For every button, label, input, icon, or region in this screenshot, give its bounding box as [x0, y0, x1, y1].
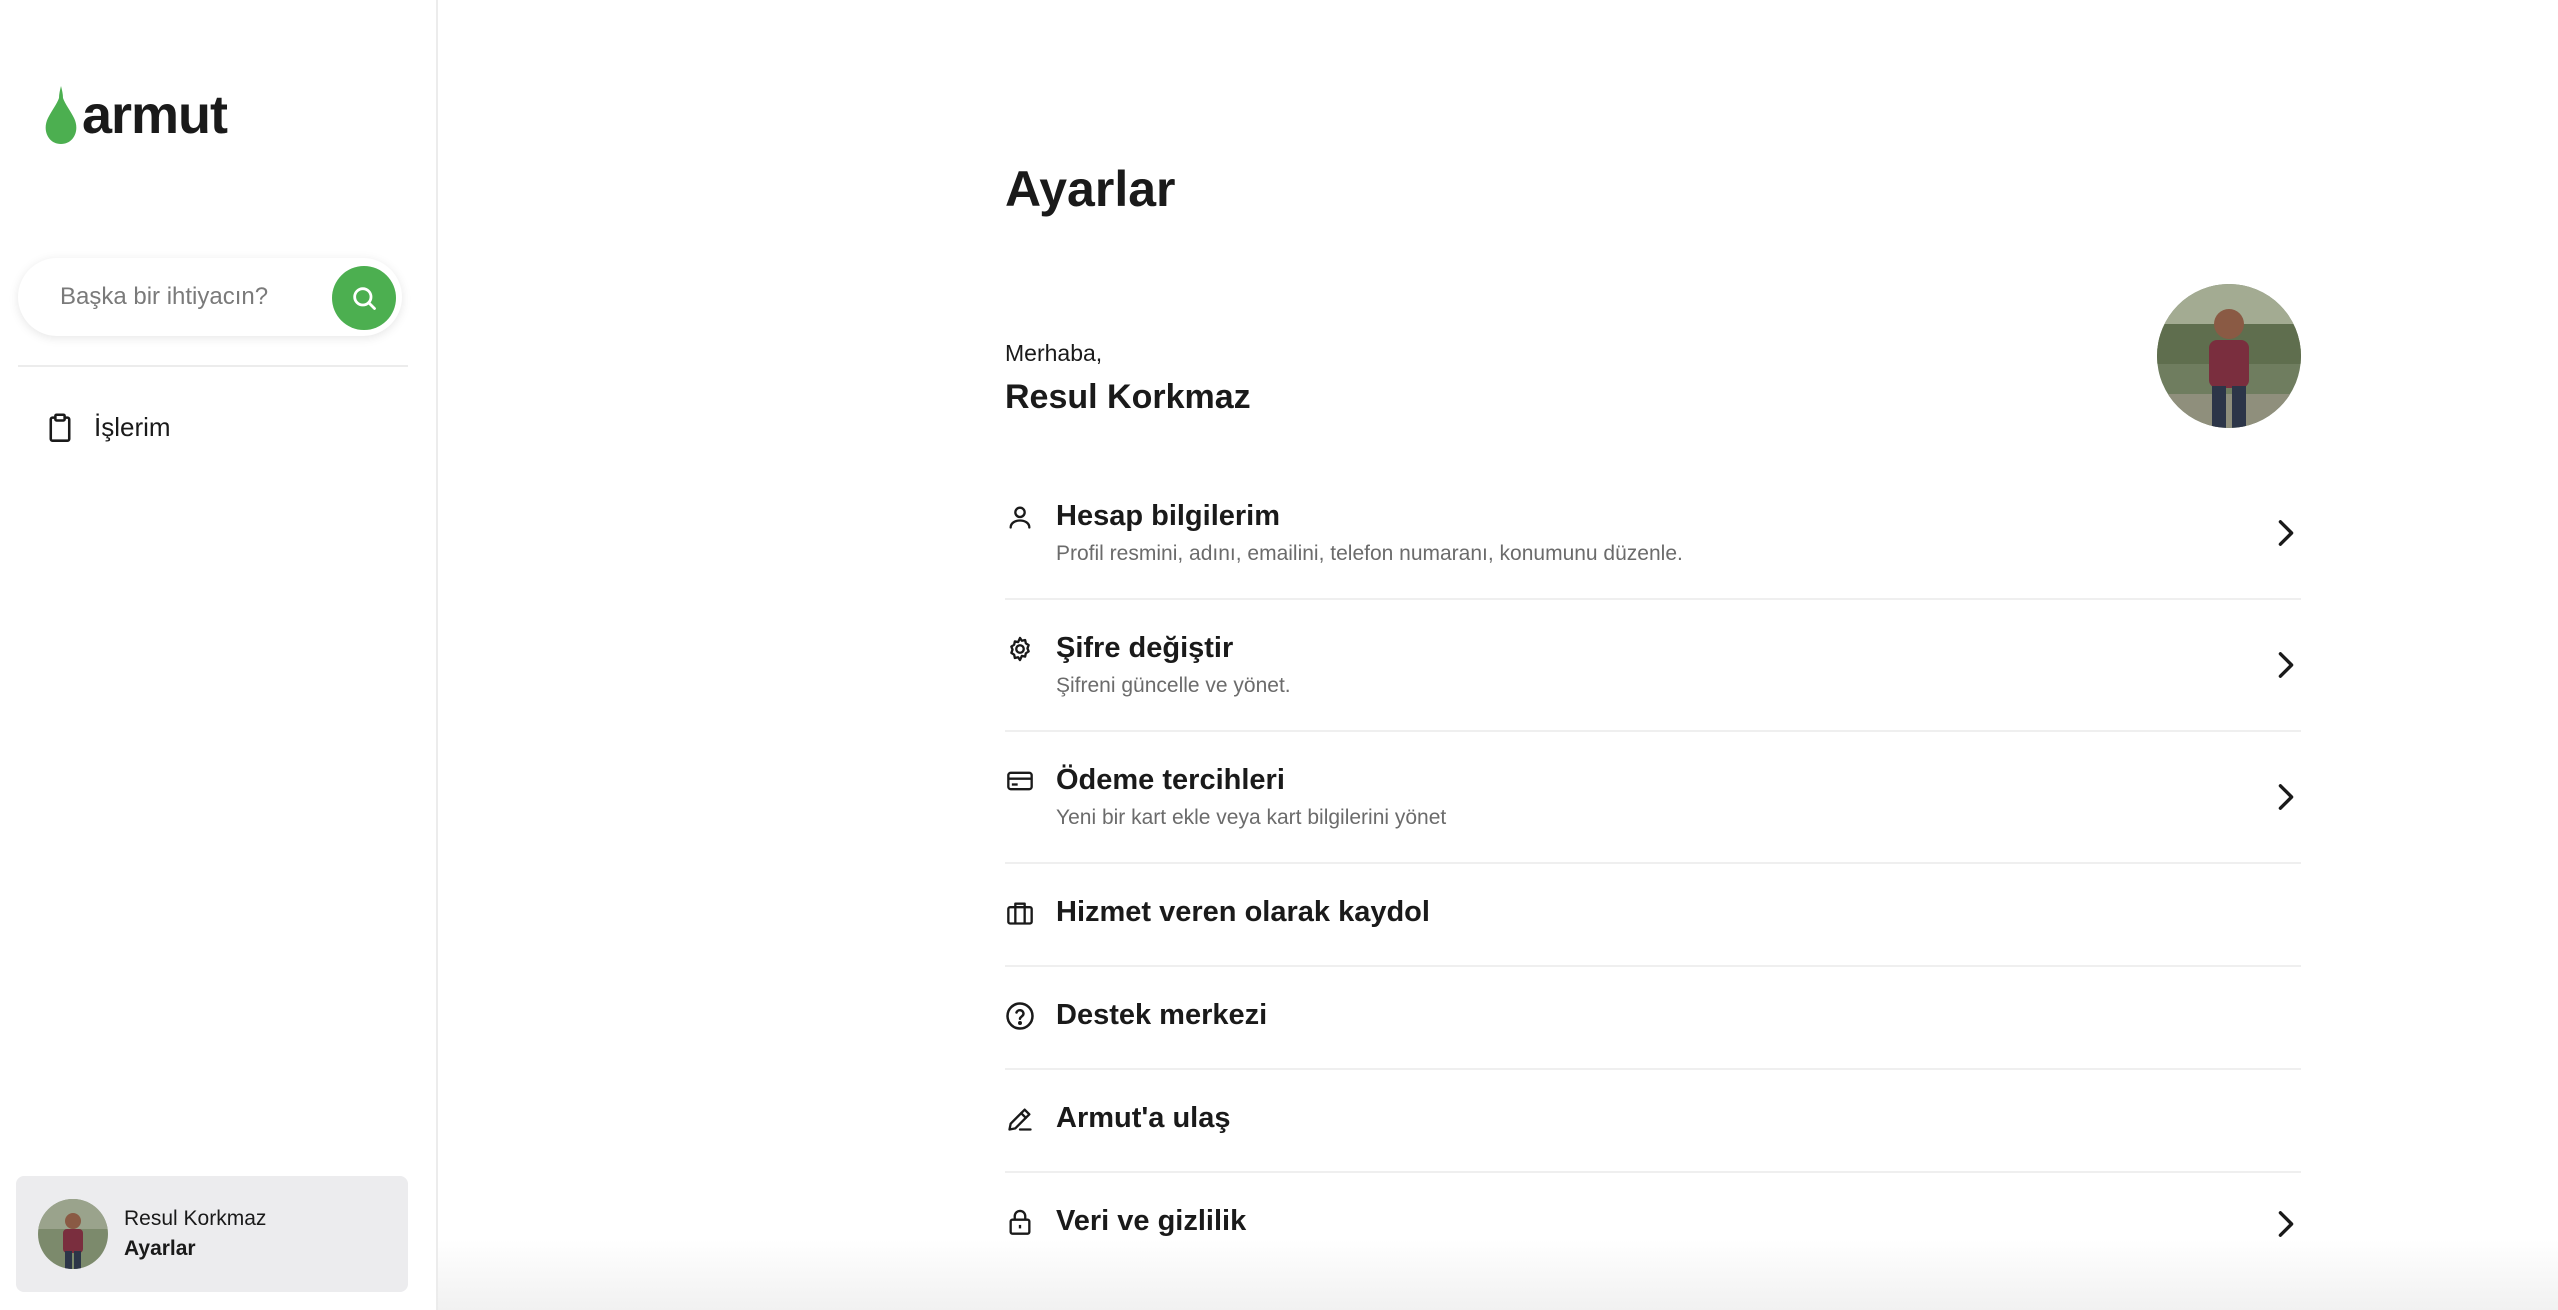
search-icon	[353, 287, 376, 310]
menu-item-title: Armut'a ulaş	[1056, 1102, 1231, 1134]
lock-icon	[1005, 1207, 1035, 1237]
sidebar-item-islerim[interactable]: İşlerim	[46, 412, 171, 443]
credit-card-icon	[1005, 766, 1035, 796]
sidebar-user-card[interactable]: Resul Korkmaz Ayarlar	[16, 1176, 408, 1292]
settings-menu: Hesap bilgilerim Profil resmini, adını, …	[1005, 468, 2301, 1274]
greeting-text: Merhaba,	[1005, 340, 1103, 366]
chevron-right-icon	[2271, 518, 2301, 548]
menu-item-account-info[interactable]: Hesap bilgilerim Profil resmini, adını, …	[1005, 468, 2301, 600]
menu-item-title: Ödeme tercihleri	[1056, 764, 1285, 796]
menu-item-data-privacy[interactable]: Veri ve gizlilik	[1005, 1173, 2301, 1274]
menu-item-title: Veri ve gizlilik	[1056, 1205, 1247, 1237]
clipboard-icon	[49, 412, 71, 442]
menu-item-contact-armut[interactable]: Armut'a ulaş	[1005, 1070, 2301, 1173]
search-box	[18, 258, 402, 336]
menu-item-title: Şifre değiştir	[1056, 632, 1234, 664]
menu-item-payment-preferences[interactable]: Ödeme tercihleri Yeni bir kart ekle veya…	[1005, 732, 2301, 864]
profile-avatar[interactable]	[2157, 284, 2301, 428]
chevron-right-icon	[2271, 650, 2301, 680]
chevron-right-icon	[2271, 782, 2301, 812]
page-title: Ayarlar	[1005, 161, 1176, 217]
menu-item-title: Hesap bilgilerim	[1056, 500, 1281, 532]
logo-text: armut	[82, 85, 228, 145]
menu-item-desc: Yeni bir kart ekle veya kart bilgilerini…	[1056, 806, 1447, 829]
user-name: Resul Korkmaz	[1005, 378, 1251, 416]
avatar	[38, 1199, 108, 1269]
user-icon	[1005, 502, 1035, 532]
sidebar-divider	[18, 365, 408, 367]
search-button[interactable]	[332, 266, 396, 330]
menu-item-change-password[interactable]: Şifre değiştir Şifreni güncelle ve yönet…	[1005, 600, 2301, 732]
sidebar: armut İşlerim Resul Korkmaz	[0, 0, 438, 1310]
menu-item-register-provider[interactable]: Hizmet veren olarak kaydol	[1005, 864, 2301, 967]
help-circle-icon	[1005, 1001, 1035, 1031]
menu-item-desc: Şifreni güncelle ve yönet.	[1056, 674, 1291, 697]
menu-item-title: Hizmet veren olarak kaydol	[1056, 896, 1430, 928]
sidebar-item-label: İşlerim	[94, 412, 171, 442]
user-card-name: Resul Korkmaz	[124, 1207, 267, 1230]
chevron-right-icon	[2271, 1209, 2301, 1239]
pen-icon	[1005, 1104, 1035, 1134]
user-card-subtitle: Ayarlar	[124, 1237, 196, 1260]
menu-item-desc: Profil resmini, adını, emailini, telefon…	[1056, 542, 1683, 565]
armut-logo[interactable]: armut	[44, 82, 228, 148]
pear-icon	[45, 86, 77, 144]
menu-item-support-center[interactable]: Destek merkezi	[1005, 967, 2301, 1070]
gear-icon	[1005, 634, 1035, 664]
menu-item-title: Destek merkezi	[1056, 999, 1268, 1031]
briefcase-icon	[1005, 898, 1035, 928]
search-input[interactable]	[58, 276, 322, 318]
